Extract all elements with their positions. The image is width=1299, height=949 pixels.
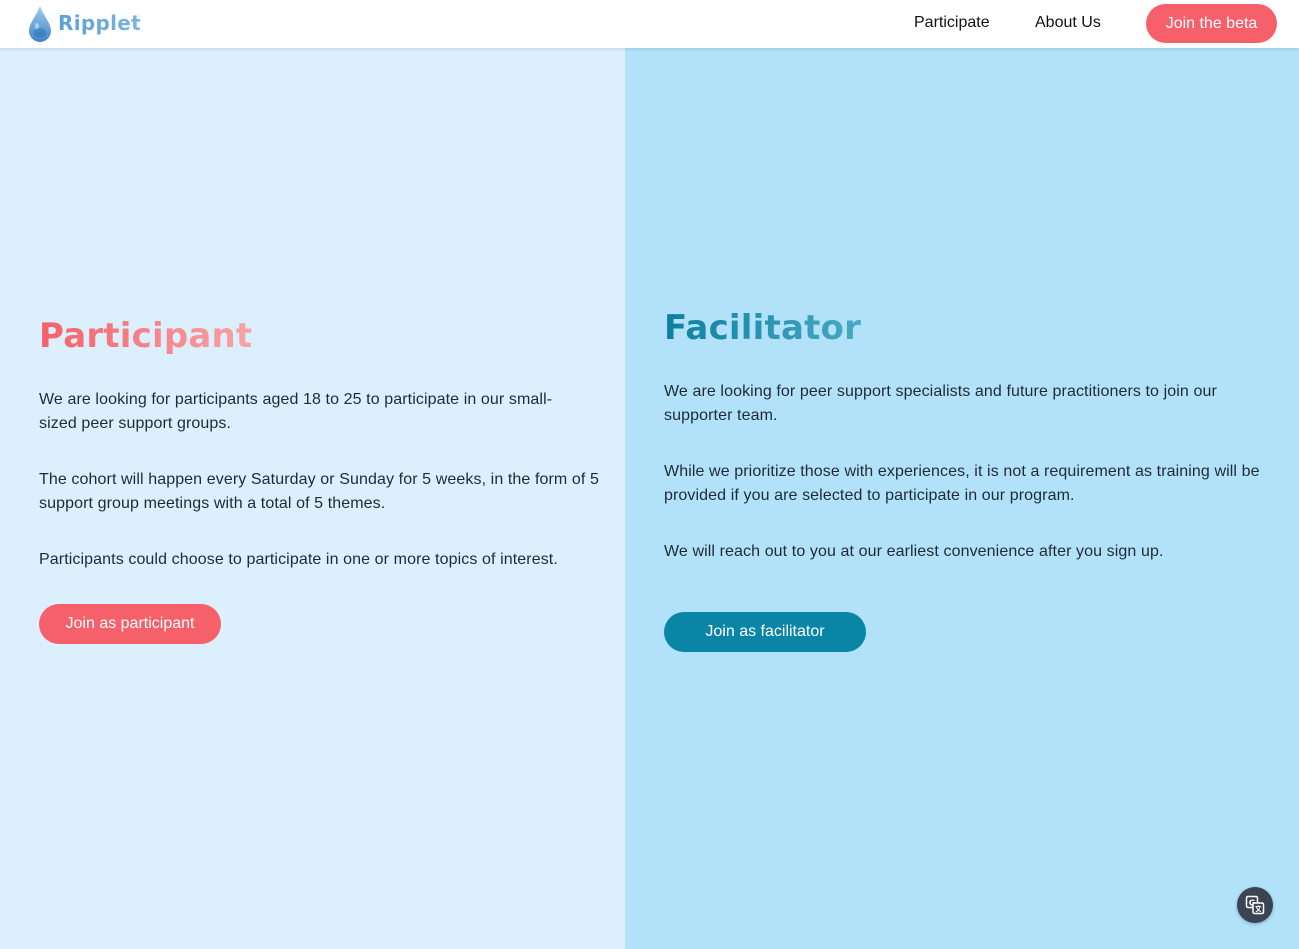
nav-link-participate[interactable]: Participate (914, 14, 990, 32)
facilitator-panel: Facilitator We are looking for peer supp… (625, 48, 1299, 949)
translate-icon: G (1245, 895, 1265, 915)
translate-button[interactable]: G (1237, 887, 1273, 923)
facilitator-paragraph-3: We will reach out to you at our earliest… (664, 543, 1164, 560)
participant-paragraph-3: Participants could choose to participate… (39, 551, 558, 568)
nav-link-about-us[interactable]: About Us (1035, 14, 1101, 32)
facilitator-paragraph-1: We are looking for peer support speciali… (664, 383, 1217, 424)
top-navigation-bar: Ripplet Participate About Us Join the be… (0, 0, 1299, 48)
facilitator-heading: Facilitator (664, 308, 862, 348)
water-drop-icon (29, 6, 51, 42)
join-as-facilitator-button[interactable]: Join as facilitator (664, 612, 866, 652)
ripplet-logo[interactable]: Ripplet (28, 4, 141, 44)
participant-paragraph-1: We are looking for participants aged 18 … (39, 391, 553, 432)
facilitator-paragraph-2: While we prioritize those with experienc… (664, 463, 1260, 504)
page: Ripplet Participate About Us Join the be… (0, 0, 1299, 949)
participant-panel: Participant We are looking for participa… (0, 48, 625, 949)
join-as-participant-button[interactable]: Join as participant (39, 604, 221, 644)
join-beta-button[interactable]: Join the beta (1146, 4, 1277, 43)
participant-paragraph-2: The cohort will happen every Saturday or… (39, 471, 599, 512)
participant-heading: Participant (39, 316, 253, 356)
logo-wordmark: Ripplet (58, 11, 141, 35)
